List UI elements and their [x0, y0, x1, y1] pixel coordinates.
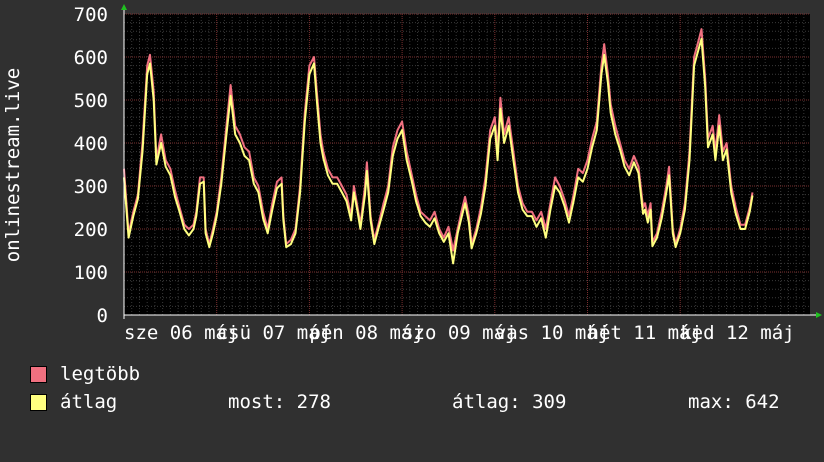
x-axis-arrow [816, 312, 822, 318]
stat-maximum: max: 642 [688, 391, 780, 413]
y-axis-arrow [121, 4, 127, 10]
legend-label-avg: átlag [60, 391, 118, 413]
x-tick-label: ked 12 máj [680, 322, 794, 344]
y-tick-label: 100 [74, 262, 108, 284]
y-tick-label: 500 [74, 90, 108, 112]
y-tick-label: 400 [74, 133, 108, 155]
legend-label-max: legtöbb [60, 363, 141, 385]
stat-average: átlag: 309 [452, 391, 567, 413]
legend-item-max: legtöbb [30, 362, 140, 386]
legend-swatch-max [30, 366, 47, 383]
y-tick-label: 600 [74, 47, 108, 69]
y-tick-label: 300 [74, 176, 108, 198]
legend-item-avg: átlag [30, 390, 117, 414]
line-chart: 0100200300400500600700sze 06 májcsü 07 m… [2, 4, 822, 344]
stat-current: most: 278 [228, 391, 331, 413]
y-tick-label: 0 [97, 305, 108, 327]
y-tick-label: 700 [74, 4, 108, 26]
y-axis-label: onlinestream.live [2, 68, 24, 262]
y-tick-label: 200 [74, 219, 108, 241]
plot-background [124, 14, 810, 315]
legend-swatch-avg [30, 394, 47, 411]
